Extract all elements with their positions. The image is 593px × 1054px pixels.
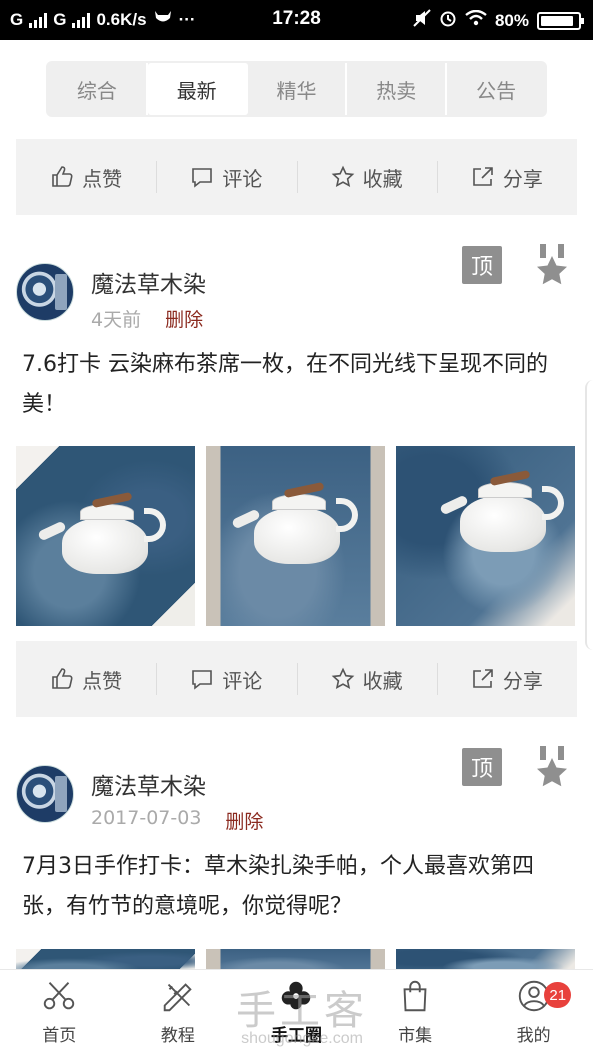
share-button[interactable]: 分享	[436, 139, 577, 215]
flower-icon	[282, 981, 311, 1010]
avatar[interactable]	[16, 765, 74, 823]
share-button[interactable]: 分享	[436, 641, 577, 717]
share-label: 分享	[502, 166, 543, 191]
medal-icon[interactable]	[534, 244, 570, 288]
delete-link[interactable]: 删除	[165, 305, 203, 332]
post-username[interactable]: 魔法草木染	[91, 767, 206, 801]
post-image[interactable]	[396, 446, 575, 626]
notification-badge: 21	[544, 982, 572, 1008]
post-username[interactable]: 魔法草木染	[91, 265, 206, 299]
filter-tabs: 综合 最新 精华 热卖 公告	[46, 61, 547, 117]
comment-label: 评论	[222, 166, 263, 191]
app-root: G G 0.6K/s ··· 17:28 80% 综合 最新 精华 热卖 公告 …	[0, 0, 593, 1054]
post-image[interactable]	[16, 446, 195, 626]
thumbs-up-icon	[52, 166, 73, 187]
alarm-icon	[439, 9, 457, 32]
scissors-icon	[44, 982, 75, 1010]
shopping-bag-icon	[403, 980, 427, 1012]
bottom-nav: 首页 教程 手工圈 市集 我的 21	[0, 969, 593, 1054]
comment-icon	[192, 168, 213, 188]
star-icon	[331, 165, 354, 188]
nav-home-label: 首页	[42, 1026, 77, 1046]
pencil-ruler-icon	[163, 983, 192, 1012]
tab-comprehensive[interactable]: 综合	[48, 63, 148, 115]
nav-profile[interactable]: 我的 21	[474, 970, 593, 1054]
nav-tutorials[interactable]: 教程	[119, 970, 238, 1054]
post-meta: 2017-07-03 删除	[91, 807, 263, 834]
status-bar: G G 0.6K/s ··· 17:28 80%	[0, 0, 593, 40]
star-icon	[331, 667, 354, 690]
comment-button[interactable]: 评论	[156, 641, 296, 717]
mute-icon	[413, 9, 431, 32]
favorite-label: 收藏	[362, 166, 403, 191]
battery-icon	[537, 11, 584, 30]
tab-latest[interactable]: 最新	[147, 63, 248, 115]
post-time: 2017-07-03	[91, 807, 202, 829]
share-label: 分享	[502, 668, 543, 693]
pin-top-button[interactable]: 顶	[462, 246, 502, 284]
post-time: 4天前	[91, 309, 142, 331]
post-image-gallery	[16, 446, 577, 626]
status-right: 80%	[413, 9, 584, 32]
like-button[interactable]: 点赞	[16, 641, 156, 717]
post-action-bar: 点赞 评论 收藏 分享	[16, 641, 577, 717]
tab-hot-sale[interactable]: 热卖	[347, 63, 448, 115]
favorite-label: 收藏	[362, 668, 403, 693]
share-icon	[473, 669, 493, 688]
post-action-bar: 点赞 评论 收藏 分享	[16, 139, 577, 215]
comment-button[interactable]: 评论	[156, 139, 296, 215]
medal-icon[interactable]	[534, 746, 570, 790]
side-drawer-handle[interactable]	[585, 380, 593, 650]
post-text: 7.6打卡 云染麻布茶席一枚，在不同光线下呈现不同的美！	[22, 352, 548, 417]
share-icon	[473, 167, 493, 186]
delete-link[interactable]: 删除	[225, 807, 263, 834]
tab-announcement[interactable]: 公告	[447, 63, 545, 115]
nav-home[interactable]: 首页	[0, 970, 119, 1054]
tab-featured[interactable]: 精华	[248, 63, 348, 115]
post-meta: 4天前 删除	[91, 305, 203, 332]
nav-market[interactable]: 市集	[356, 970, 475, 1054]
nav-profile-label: 我的	[516, 1026, 551, 1046]
avatar[interactable]	[16, 263, 74, 321]
favorite-button[interactable]: 收藏	[296, 139, 437, 215]
comment-label: 评论	[222, 668, 263, 693]
nav-tutorials-label: 教程	[160, 1026, 195, 1046]
nav-market-label: 市集	[398, 1026, 433, 1046]
nav-community-label: 手工圈	[270, 1026, 322, 1046]
wifi-icon	[465, 9, 487, 31]
pin-top-button[interactable]: 顶	[462, 748, 502, 786]
post-image[interactable]	[206, 446, 385, 626]
thumbs-up-icon	[52, 668, 73, 689]
like-label: 点赞	[82, 166, 123, 191]
favorite-button[interactable]: 收藏	[296, 641, 437, 717]
nav-community[interactable]: 手工圈	[237, 970, 356, 1054]
like-label: 点赞	[82, 668, 123, 693]
battery-percent: 80%	[494, 10, 529, 30]
post-text: 7月3日手作打卡：草木染扎染手帕，个人最喜欢第四张，有竹节的意境呢，你觉得呢？	[22, 854, 534, 919]
comment-icon	[192, 670, 213, 690]
like-button[interactable]: 点赞	[16, 139, 156, 215]
